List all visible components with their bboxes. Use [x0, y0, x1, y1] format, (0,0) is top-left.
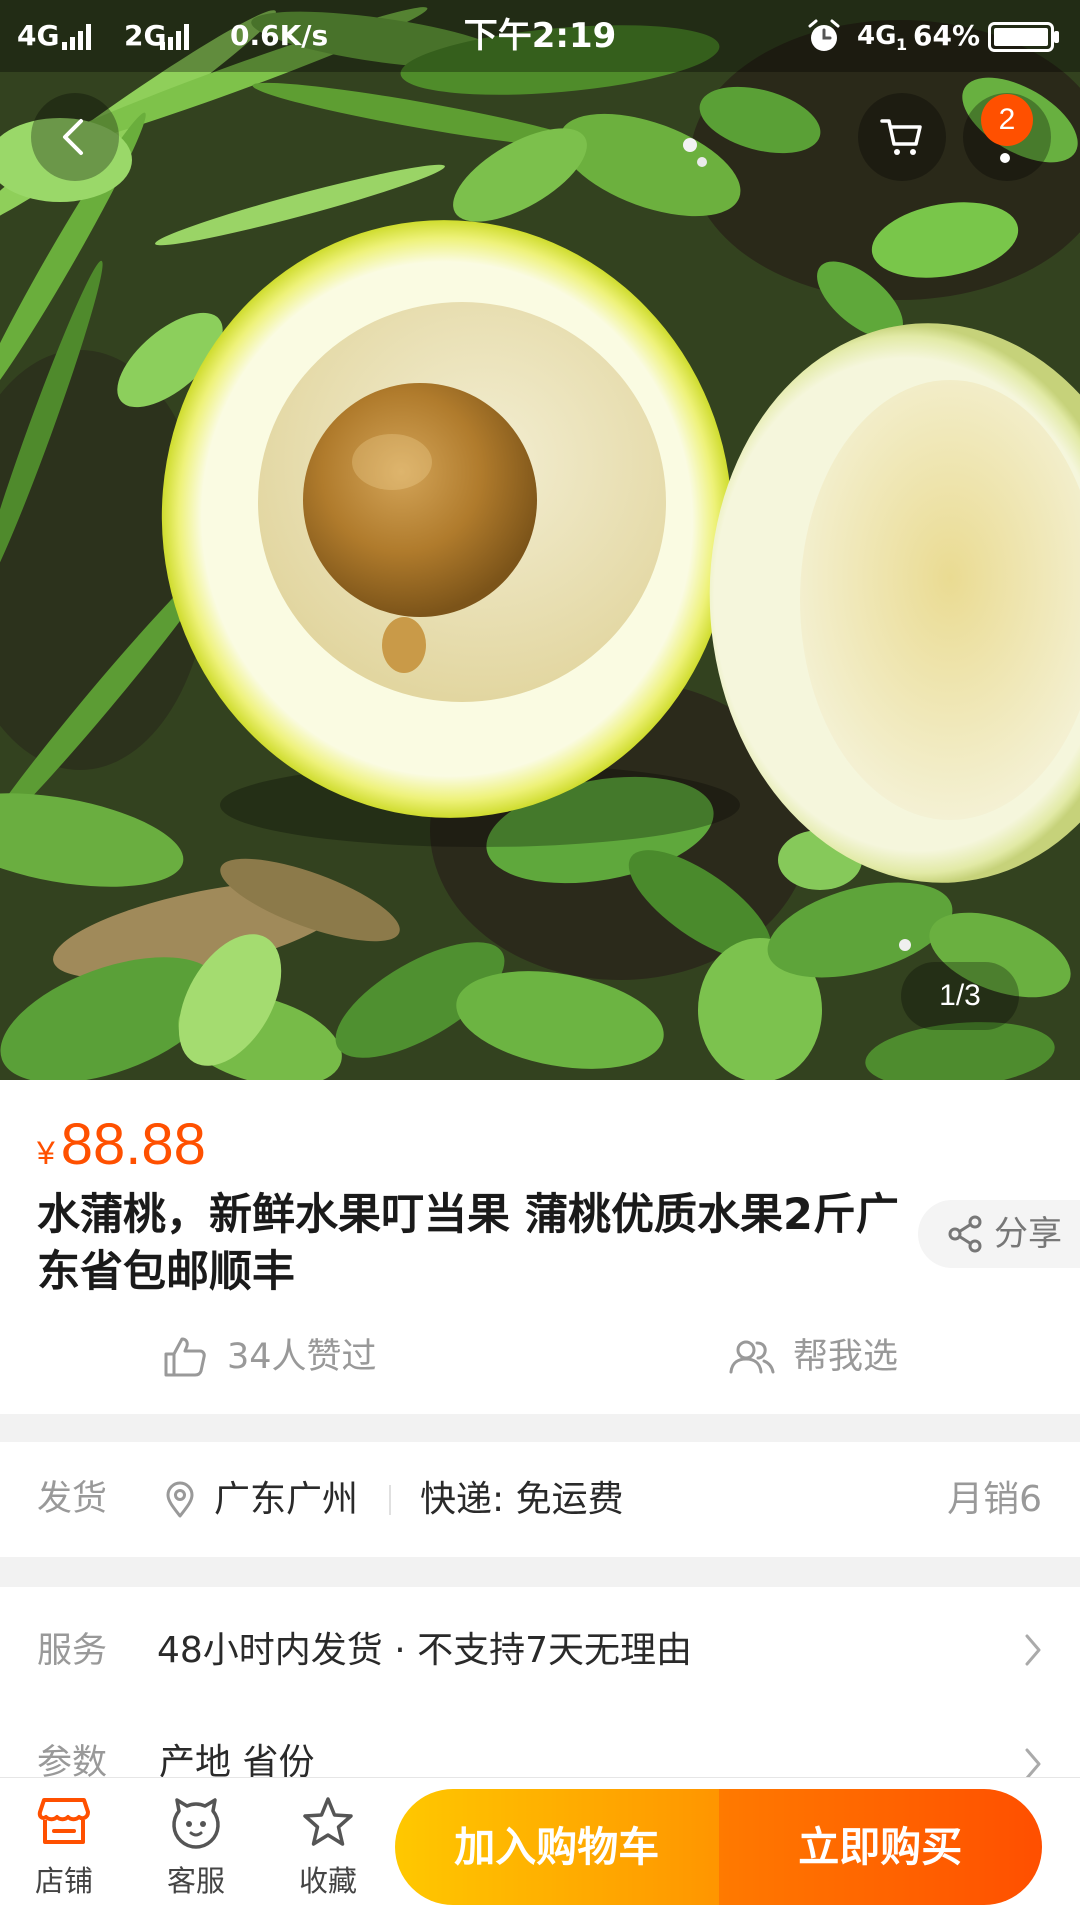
- product-info: ¥ 88.88 水蒲桃，新鲜水果叮当果 蒲桃优质水果2斤广东省包邮顺丰 分享 3…: [0, 1080, 1080, 1414]
- product-title: 水蒲桃，新鲜水果叮当果 蒲桃优质水果2斤广东省包邮顺丰: [37, 1190, 899, 1297]
- social-row: 34人赞过 帮我选: [0, 1327, 1080, 1387]
- buy-now-button[interactable]: 立即购买: [718, 1789, 1042, 1905]
- price: ¥ 88.88: [37, 1110, 206, 1180]
- people-icon: [729, 1340, 775, 1374]
- service-label: 服务: [37, 1631, 108, 1671]
- section-divider: [0, 1414, 1080, 1442]
- service-row[interactable]: 服务 48小时内发货 · 不支持7天无理由: [0, 1587, 1080, 1717]
- currency-symbol: ¥: [37, 1135, 55, 1171]
- thumbs-up-icon[interactable]: [163, 1336, 207, 1378]
- divider: [389, 1485, 391, 1515]
- shipping-row: 发货 广东广州 快递: 免运费 月销6: [0, 1442, 1080, 1557]
- customer-service-label: 客服: [166, 1864, 225, 1898]
- chevron-right-icon: [1025, 1634, 1041, 1666]
- network-type-data: 4G: [857, 21, 897, 51]
- battery-percent: 64%: [913, 19, 981, 52]
- sim-slot-indicator: 1: [896, 35, 908, 54]
- alarm-icon: [808, 19, 840, 51]
- store-button[interactable]: 店铺: [9, 1778, 119, 1920]
- price-value: 88.88: [60, 1112, 206, 1177]
- ship-from-location: 广东广州: [214, 1479, 359, 1520]
- location-pin-icon: [166, 1481, 194, 1518]
- status-bar: 4G 2G 0.6K/s 下午2:19 4G 1 64%: [0, 0, 1080, 72]
- section-divider: [0, 1557, 1080, 1587]
- more-button[interactable]: 2: [963, 93, 1051, 181]
- delivery-fee: 快递: 免运费: [420, 1479, 624, 1520]
- shipping-label: 发货: [37, 1479, 108, 1519]
- share-button[interactable]: 分享: [918, 1200, 1080, 1268]
- chevron-right-icon: [1025, 1748, 1041, 1780]
- store-label: 店铺: [34, 1864, 93, 1898]
- customer-service-button[interactable]: 客服: [141, 1778, 251, 1920]
- more-icon: [1000, 153, 1010, 163]
- gallery-page-counter: 1/3: [901, 962, 1019, 1030]
- cart-count-badge: 2: [981, 94, 1033, 146]
- favorite-label: 收藏: [298, 1864, 357, 1898]
- cart-icon: [880, 119, 922, 155]
- star-icon: [303, 1797, 353, 1846]
- customer-service-icon: [172, 1798, 220, 1849]
- share-icon: [948, 1215, 982, 1253]
- back-button[interactable]: [31, 93, 119, 181]
- cart-button[interactable]: [858, 93, 946, 181]
- battery-icon: [988, 22, 1059, 52]
- likes-count[interactable]: 34人赞过: [227, 1327, 377, 1387]
- service-value: 48小时内发货 · 不支持7天无理由: [157, 1630, 693, 1671]
- purchase-buttons: 加入购物车 立即购买: [395, 1789, 1042, 1905]
- help-me-choose-button[interactable]: 帮我选: [793, 1327, 898, 1387]
- monthly-sales: 月销6: [947, 1479, 1042, 1520]
- share-label: 分享: [994, 1214, 1062, 1254]
- bottom-action-bar: 店铺 客服 收藏 加入购物车 立即购买: [0, 1778, 1080, 1920]
- favorite-button[interactable]: 收藏: [273, 1778, 383, 1920]
- chevron-left-icon: [63, 119, 83, 155]
- store-icon: [37, 1798, 90, 1844]
- add-to-cart-button[interactable]: 加入购物车: [395, 1789, 719, 1905]
